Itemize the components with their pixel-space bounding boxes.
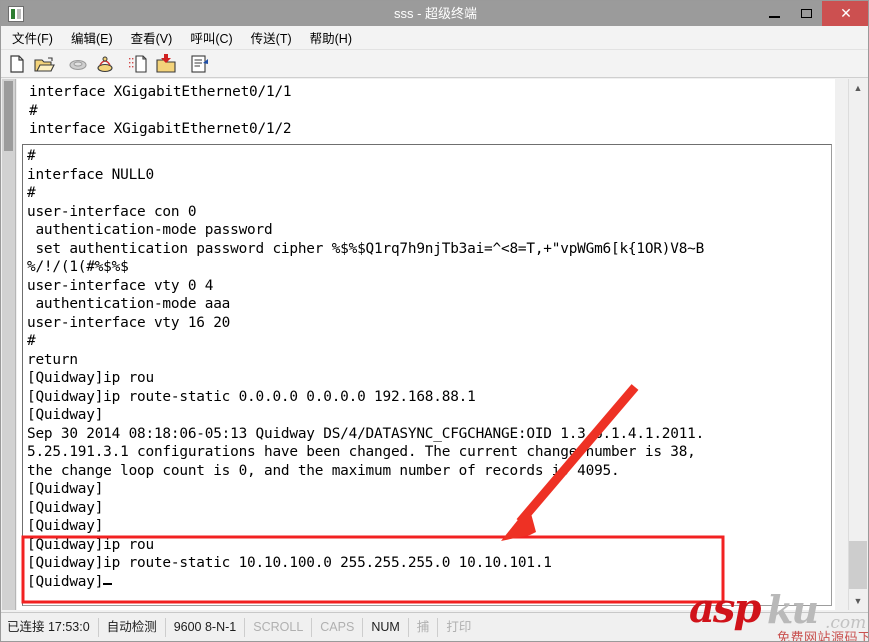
disconnect-phone-icon (69, 59, 87, 70)
terminal-line: authentication-mode password (27, 222, 273, 238)
status-print: 打印 (446, 619, 472, 634)
receive-file-icon (156, 53, 176, 73)
menu-call[interactable]: 呼叫(C) (183, 26, 239, 49)
scrollbar-track[interactable] (848, 79, 868, 610)
terminal-line: user-interface vty 0 4 (27, 277, 214, 294)
terminal-line: # (29, 102, 38, 119)
menu-bar: 文件(F) 编辑(E) 查看(V) 呼叫(C) 传送(T) 帮助(H) (1, 26, 868, 50)
title-bar: sss - 超级终端 ✕ (1, 1, 868, 26)
new-document-icon (10, 54, 24, 73)
minimize-icon (768, 15, 780, 18)
connect-button[interactable] (94, 53, 116, 75)
window-controls: ✕ (758, 1, 868, 26)
terminal-line: [Quidway] (27, 499, 104, 516)
terminal-line: %/!/(1(#%$%$ (27, 259, 129, 275)
terminal-line: interface XGigabitEthernet0/1/2 (29, 121, 292, 137)
terminal-line: interface XGigabitEthernet0/1/1 (29, 84, 292, 100)
connect-phone-icon (97, 56, 113, 72)
terminal-output: # interface NULL0 # user-interface con 0… (23, 145, 831, 591)
left-gutter-thumb[interactable] (4, 81, 13, 151)
terminal-surface[interactable]: interface XGigabitEthernet0/1/1 # interf… (17, 79, 835, 610)
terminal-line: [Quidway]ip rou (27, 370, 154, 386)
terminal-prompt: [Quidway] (27, 573, 104, 590)
open-folder-icon (34, 56, 55, 72)
receive-file-button[interactable] (155, 53, 177, 75)
close-icon: ✕ (840, 5, 852, 21)
terminal-line-highlighted: [Quidway]ip route-static 10.10.100.0 255… (27, 555, 552, 571)
send-file-icon (129, 54, 147, 73)
menu-transfer[interactable]: 传送(T) (244, 26, 299, 49)
close-button[interactable]: ✕ (822, 1, 868, 26)
terminal-line: # (27, 333, 36, 349)
status-scroll: SCROLL (245, 617, 313, 637)
status-capture: 捕 (409, 617, 439, 637)
terminal-line: # (27, 148, 36, 164)
status-bar: 已连接 17:53:0 自动检测 9600 8-N-1 SCROLL CAPS … (1, 612, 868, 641)
properties-button[interactable] (189, 53, 211, 75)
new-document-button[interactable] (6, 53, 28, 75)
terminal-line: [Quidway] (27, 407, 104, 423)
toolbar-separator (177, 53, 184, 75)
terminal-cursor (103, 582, 113, 585)
open-folder-button[interactable] (33, 53, 55, 75)
terminal-line: user-interface con 0 (27, 203, 197, 220)
terminal-line: [Quidway]ip rou (27, 536, 154, 553)
scroll-up-icon[interactable]: ▲ (848, 79, 868, 97)
status-serial-settings: 9600 8-N-1 (166, 617, 246, 637)
menu-edit[interactable]: 编辑(E) (64, 26, 120, 49)
scrollbar-thumb[interactable] (849, 541, 867, 589)
menu-help[interactable]: 帮助(H) (303, 26, 359, 49)
properties-icon (191, 54, 208, 73)
tool-bar (1, 50, 868, 78)
menu-view[interactable]: 查看(V) (124, 26, 180, 49)
terminal-line: user-interface vty 16 20 (27, 314, 231, 331)
send-file-button[interactable] (128, 53, 150, 75)
terminal-preamble: interface XGigabitEthernet0/1/1 # interf… (17, 79, 835, 139)
terminal-line: the change loop count is 0, and the maxi… (27, 462, 620, 479)
maximize-button[interactable] (790, 1, 822, 26)
left-scroll-gutter[interactable] (2, 79, 16, 610)
terminal-icon (8, 5, 24, 22)
terminal-inner-panel: # interface NULL0 # user-interface con 0… (22, 144, 832, 606)
toolbar-separator (55, 53, 62, 75)
scroll-down-icon[interactable]: ▼ (848, 592, 868, 610)
window-title: sss - 超级终端 (393, 6, 478, 21)
minimize-button[interactable] (758, 1, 790, 26)
terminal-line: 5.25.191.3.1 configurations have been ch… (27, 444, 696, 460)
terminal-line: # (27, 185, 36, 201)
status-caps: CAPS (312, 617, 364, 637)
terminal-prompt-line: [Quidway] (27, 573, 831, 592)
terminal-line: return (27, 351, 78, 368)
status-connected: 已连接 17:53:0 (1, 617, 99, 637)
terminal-line: set authentication password cipher %$%$Q… (27, 240, 705, 257)
status-autodetect: 自动检测 (99, 617, 166, 637)
vertical-scrollbar[interactable]: ▲ ▼ (836, 79, 868, 610)
terminal-line: [Quidway] (27, 518, 104, 534)
menu-file[interactable]: 文件(F) (5, 26, 60, 49)
disconnect-button[interactable] (67, 53, 89, 75)
terminal-line: authentication-mode aaa (27, 296, 231, 312)
terminal-area: interface XGigabitEthernet0/1/1 # interf… (2, 79, 868, 610)
toolbar-separator (116, 53, 123, 75)
status-num: NUM (363, 617, 409, 637)
hyperterminal-window: sss - 超级终端 ✕ 文件(F) 编辑(E) 查看(V) 呼叫(C) 传送(… (0, 0, 869, 642)
terminal-line: Sep 30 2014 08:18:06-05:13 Quidway DS/4/… (27, 425, 705, 442)
terminal-line: [Quidway] (27, 481, 104, 497)
maximize-icon (800, 9, 812, 18)
terminal-line: [Quidway]ip route-static 0.0.0.0 0.0.0.0… (27, 388, 476, 405)
terminal-line: interface NULL0 (27, 166, 154, 183)
